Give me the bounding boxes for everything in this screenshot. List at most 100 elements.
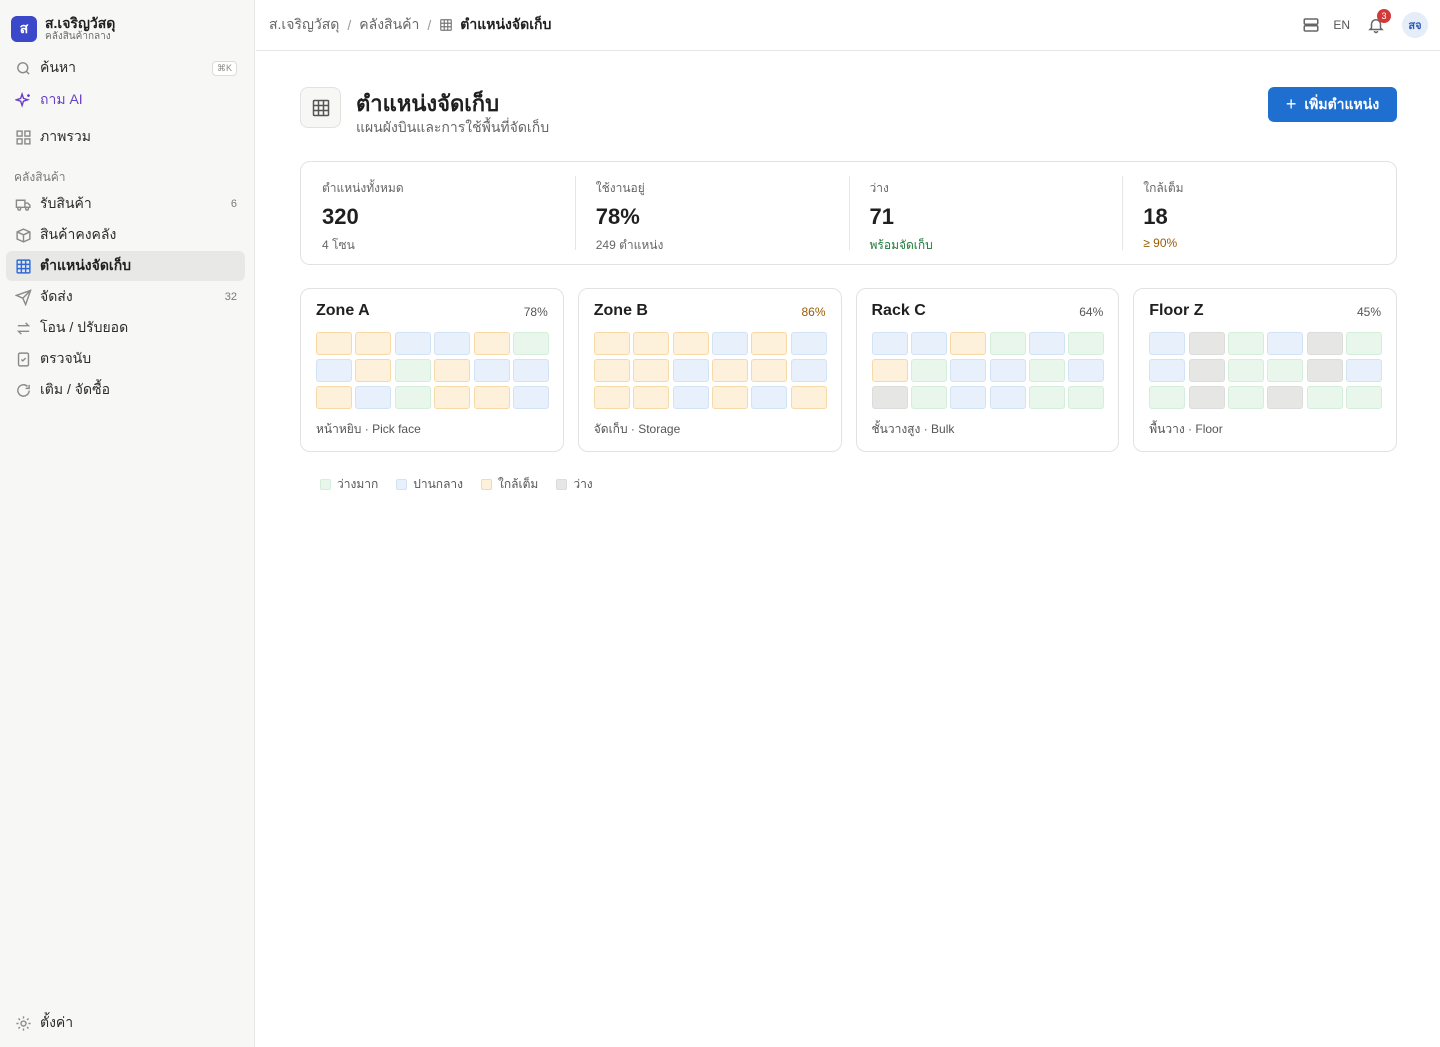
bin-cell[interactable] bbox=[316, 386, 352, 409]
notifications-button[interactable]: 3 bbox=[1362, 9, 1391, 39]
sidebar-item-shipping[interactable]: จัดส่ง 32 bbox=[6, 282, 245, 312]
bin-cell[interactable] bbox=[512, 359, 549, 382]
bin-cell[interactable] bbox=[434, 332, 471, 355]
bin-cell[interactable] bbox=[950, 386, 987, 409]
bin-cell[interactable] bbox=[1228, 359, 1265, 382]
bin-cell[interactable] bbox=[910, 386, 947, 409]
bin-cell[interactable] bbox=[871, 386, 908, 409]
bin-cell[interactable] bbox=[434, 359, 471, 382]
sidebar-ask-ai[interactable]: ถาม AI bbox=[6, 85, 245, 115]
bin-cell[interactable] bbox=[394, 359, 431, 382]
bin-cell[interactable] bbox=[394, 332, 431, 355]
avatar[interactable]: สจ bbox=[1402, 12, 1428, 38]
bin-cell[interactable] bbox=[1029, 332, 1066, 355]
zone-caption: พื้นวาง · Floor bbox=[1149, 422, 1223, 436]
bin-cell[interactable] bbox=[910, 359, 947, 382]
bin-cell[interactable] bbox=[473, 332, 510, 355]
bin-cell[interactable] bbox=[316, 332, 352, 355]
bin-cell[interactable] bbox=[910, 332, 947, 355]
brand[interactable]: ส ส.เจริญวัสดุ คลังสินค้ากลาง bbox=[11, 15, 115, 43]
bin-cell[interactable] bbox=[355, 332, 392, 355]
zone-card-c[interactable]: Rack C 64% ชั้นวางสูง · Bulk bbox=[855, 288, 1120, 452]
sidebar-item-count-check[interactable]: ตรวจนับ bbox=[6, 344, 245, 374]
bin-cell[interactable] bbox=[1029, 359, 1066, 382]
bin-cell[interactable] bbox=[1306, 359, 1343, 382]
zone-bin-grid bbox=[1149, 332, 1383, 409]
bin-cell[interactable] bbox=[751, 386, 788, 409]
bin-cell[interactable] bbox=[950, 359, 987, 382]
bin-cell[interactable] bbox=[512, 386, 549, 409]
zone-card-a[interactable]: Zone A 78% หน้าหยิบ · Pick face bbox=[300, 288, 564, 452]
bin-cell[interactable] bbox=[1149, 332, 1186, 355]
bin-cell[interactable] bbox=[633, 386, 670, 409]
bin-cell[interactable] bbox=[711, 359, 748, 382]
bin-cell[interactable] bbox=[1306, 386, 1343, 409]
bin-cell[interactable] bbox=[871, 359, 908, 382]
bin-cell[interactable] bbox=[1149, 386, 1186, 409]
bin-cell[interactable] bbox=[790, 386, 827, 409]
bin-cell[interactable] bbox=[672, 386, 709, 409]
bin-cell[interactable] bbox=[1068, 332, 1105, 355]
sidebar-search[interactable]: ค้นหา ⌘K bbox=[6, 53, 245, 83]
bin-cell[interactable] bbox=[1188, 359, 1225, 382]
bin-cell[interactable] bbox=[989, 386, 1026, 409]
bin-cell[interactable] bbox=[1228, 386, 1265, 409]
bin-cell[interactable] bbox=[434, 386, 471, 409]
sidebar-item-overview[interactable]: ภาพรวม bbox=[6, 122, 245, 152]
bin-cell[interactable] bbox=[355, 359, 392, 382]
bin-cell[interactable] bbox=[871, 332, 908, 355]
add-location-button[interactable]: + เพิ่มตำแหน่ง bbox=[1268, 87, 1397, 122]
bin-cell[interactable] bbox=[1188, 332, 1225, 355]
bin-cell[interactable] bbox=[672, 359, 709, 382]
bin-cell[interactable] bbox=[989, 332, 1026, 355]
sidebar-settings[interactable]: ตั้งค่า bbox=[6, 1008, 245, 1038]
bin-cell[interactable] bbox=[1267, 332, 1304, 355]
bin-cell[interactable] bbox=[1346, 359, 1383, 382]
bin-cell[interactable] bbox=[1228, 332, 1265, 355]
bin-cell[interactable] bbox=[1029, 386, 1066, 409]
bin-cell[interactable] bbox=[711, 386, 748, 409]
sidebar-item-replenish[interactable]: เติม / จัดซื้อ bbox=[6, 375, 245, 405]
bin-cell[interactable] bbox=[1306, 332, 1343, 355]
sidebar-item-label: ตรวจนับ bbox=[40, 350, 92, 366]
sidebar-item-transfer[interactable]: โอน / ปรับยอด bbox=[6, 313, 245, 343]
bin-cell[interactable] bbox=[1149, 359, 1186, 382]
breadcrumb-item-warehouse[interactable]: คลังสินค้า bbox=[359, 14, 419, 36]
bin-cell[interactable] bbox=[473, 386, 510, 409]
bin-cell[interactable] bbox=[1068, 386, 1105, 409]
bin-cell[interactable] bbox=[1346, 386, 1383, 409]
bin-cell[interactable] bbox=[593, 359, 630, 382]
zone-card-z[interactable]: Floor Z 45% พื้นวาง · Floor bbox=[1133, 288, 1397, 452]
bin-cell[interactable] bbox=[1346, 332, 1383, 355]
bin-cell[interactable] bbox=[355, 386, 392, 409]
bin-cell[interactable] bbox=[1267, 359, 1304, 382]
bin-cell[interactable] bbox=[473, 359, 510, 382]
layout-toggle-button[interactable] bbox=[1297, 11, 1325, 39]
bin-cell[interactable] bbox=[512, 332, 549, 355]
bin-cell[interactable] bbox=[751, 359, 788, 382]
bin-cell[interactable] bbox=[1267, 386, 1304, 409]
sidebar-item-receiving[interactable]: รับสินค้า 6 bbox=[6, 189, 245, 219]
bin-cell[interactable] bbox=[593, 386, 630, 409]
bin-cell[interactable] bbox=[394, 386, 431, 409]
bin-cell[interactable] bbox=[1188, 386, 1225, 409]
bin-cell[interactable] bbox=[711, 332, 748, 355]
bin-cell[interactable] bbox=[751, 332, 788, 355]
bin-cell[interactable] bbox=[790, 332, 827, 355]
bin-cell[interactable] bbox=[633, 332, 670, 355]
table-grid-icon bbox=[312, 99, 329, 116]
zone-caption: หน้าหยิบ · Pick face bbox=[316, 422, 421, 436]
bin-cell[interactable] bbox=[316, 359, 352, 382]
bin-cell[interactable] bbox=[593, 332, 630, 355]
sidebar-item-locations[interactable]: ตำแหน่งจัดเก็บ bbox=[6, 251, 245, 281]
breadcrumb-item-company[interactable]: ส.เจริญวัสดุ bbox=[269, 14, 339, 36]
bin-cell[interactable] bbox=[633, 359, 670, 382]
zone-card-b[interactable]: Zone B 86% จัดเก็บ · Storage bbox=[577, 288, 842, 452]
bin-cell[interactable] bbox=[1068, 359, 1105, 382]
bin-cell[interactable] bbox=[950, 332, 987, 355]
bin-cell[interactable] bbox=[790, 359, 827, 382]
sidebar-item-inventory[interactable]: สินค้าคงคลัง bbox=[6, 220, 245, 250]
language-switch[interactable]: EN bbox=[1333, 18, 1350, 32]
bin-cell[interactable] bbox=[989, 359, 1026, 382]
bin-cell[interactable] bbox=[672, 332, 709, 355]
